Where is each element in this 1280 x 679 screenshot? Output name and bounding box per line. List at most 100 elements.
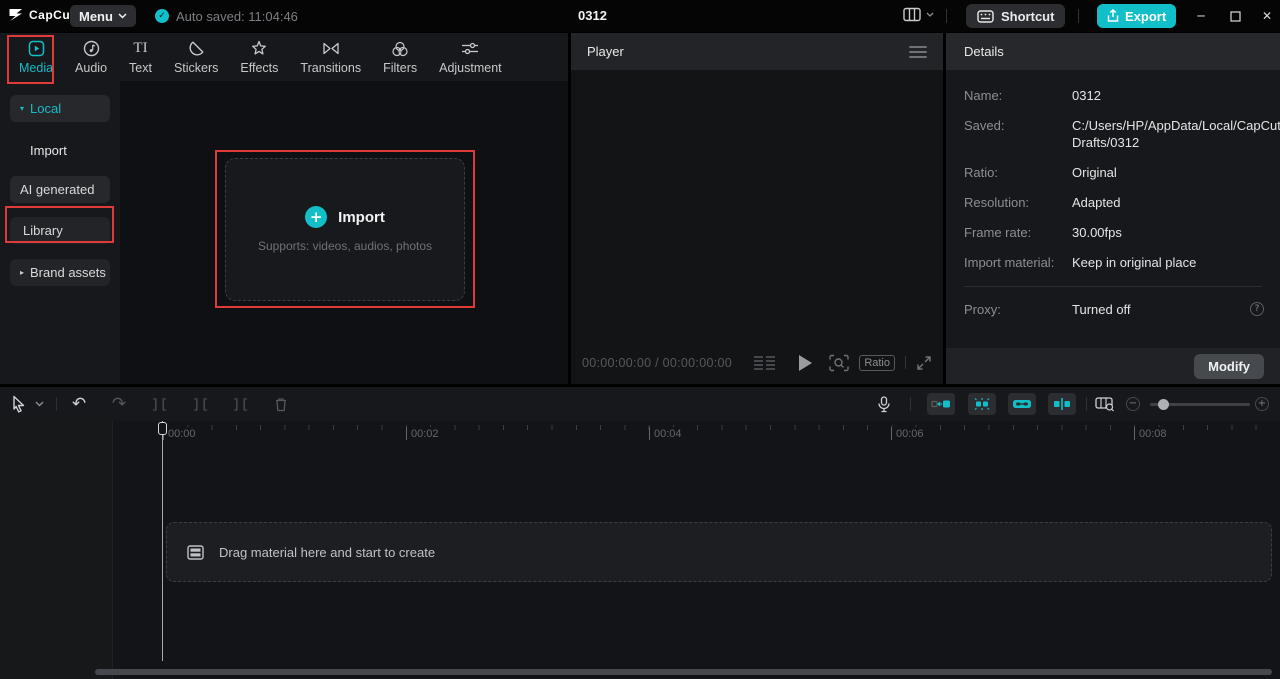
main-track-magnetic-button[interactable]	[927, 393, 955, 415]
modify-button[interactable]: Modify	[1194, 353, 1264, 379]
audio-icon	[83, 40, 100, 58]
divider	[905, 356, 906, 369]
menu-button[interactable]: Menu	[70, 5, 136, 27]
tab-effects[interactable]: Effects	[229, 40, 289, 75]
playhead[interactable]	[162, 421, 163, 661]
media-icon	[28, 40, 45, 58]
project-title: 0312	[578, 8, 607, 23]
cursor-icon	[13, 395, 25, 413]
auto-snapping-button[interactable]	[968, 393, 996, 415]
record-voiceover-button[interactable]	[872, 387, 896, 421]
capcut-logo: CapCut	[8, 7, 75, 23]
detail-label: Frame rate:	[964, 225, 1032, 240]
asset-tabbar: Media Audio TI Text Stickers Effects Tra…	[0, 33, 568, 81]
sidebar-item-brand-assets[interactable]: ▸ Brand assets	[10, 259, 110, 286]
timeline-zoom-slider[interactable]	[1150, 399, 1250, 410]
tab-label: Transitions	[300, 60, 362, 75]
tab-stickers[interactable]: Stickers	[163, 40, 229, 75]
timeline-preview-button[interactable]	[1092, 387, 1118, 421]
autosave-status: ✓ Auto saved: 11:04:46	[155, 0, 298, 32]
tab-audio[interactable]: Audio	[64, 40, 118, 75]
import-dropzone[interactable]: + Import Supports: videos, audios, photo…	[225, 158, 465, 301]
shortcut-label: Shortcut	[1001, 8, 1055, 24]
ruler-label: 00:06	[891, 427, 924, 440]
tab-label: Filters	[383, 60, 418, 75]
detail-label: Saved:	[964, 118, 1005, 133]
layout-panels-icon	[903, 7, 921, 22]
player-header: Player	[571, 33, 943, 70]
tab-transitions[interactable]: Transitions	[289, 40, 372, 75]
media-sidebar: ▾ Local Import AI generated Library ▸ Br…	[0, 81, 120, 384]
frame-step-icon[interactable]	[754, 355, 775, 370]
autosave-text: Auto saved: 11:04:46	[176, 8, 298, 24]
details-footer: Modify	[946, 348, 1280, 384]
sidebar-item-local[interactable]: ▾ Local	[10, 95, 110, 122]
tab-media[interactable]: Media	[8, 40, 64, 75]
tab-label: Audio	[75, 60, 108, 75]
ratio-button[interactable]: Ratio	[859, 354, 895, 371]
capcut-logo-icon	[8, 7, 24, 23]
top-bar: CapCut Menu ✓ Auto saved: 11:04:46 0312 …	[0, 0, 1280, 32]
minimize-button[interactable]: ─	[1188, 0, 1214, 32]
timecode-display: 00:00:00:00 / 00:00:00:00	[582, 355, 732, 370]
import-hint: Supports: videos, audios, photos	[257, 239, 433, 253]
tab-text[interactable]: TI Text	[118, 40, 163, 75]
slider-handle[interactable]	[1158, 399, 1169, 410]
detail-value: Adapted	[1072, 195, 1121, 210]
divider	[1078, 9, 1079, 23]
time-ruler[interactable]	[163, 425, 1270, 430]
redo-button[interactable]: ↷	[106, 387, 132, 421]
track-dropzone-hint: Drag material here and start to create	[219, 544, 436, 560]
divider	[910, 397, 911, 411]
close-button[interactable]: ✕	[1254, 0, 1280, 32]
delete-button[interactable]	[268, 387, 294, 421]
export-button[interactable]: Export	[1097, 4, 1177, 28]
snapping-icon	[974, 398, 990, 410]
tab-adjustment[interactable]: Adjustment	[428, 40, 513, 75]
detail-row-import-material: Import material: Keep in original place	[964, 254, 1262, 271]
sidebar-item-label: Local	[30, 101, 62, 116]
details-body: Name: 0312 Saved: C:/Users/HP/AppData/Lo…	[946, 70, 1280, 318]
zoom-in-button[interactable]: +	[1255, 397, 1269, 411]
tab-filters[interactable]: Filters	[372, 40, 428, 75]
sidebar-item-label: AI generated	[20, 182, 95, 197]
player-menu-icon[interactable]	[909, 45, 927, 58]
undo-button[interactable]: ↶	[66, 387, 92, 421]
linking-button[interactable]	[1008, 393, 1036, 415]
plus-icon: +	[305, 206, 328, 228]
detail-row-framerate: Frame rate: 30.00fps	[964, 224, 1262, 241]
split-button[interactable]: ][	[147, 387, 173, 421]
timeline-area: 00:00 00:02 00:04 00:06 00:08 Drag mater…	[0, 421, 1280, 679]
shortcut-button[interactable]: Shortcut	[966, 4, 1066, 28]
delete-right-button[interactable]: ][	[228, 387, 254, 421]
track-dropzone[interactable]: Drag material here and start to create	[166, 522, 1272, 582]
detail-value: 0312	[1072, 88, 1101, 103]
fullscreen-icon[interactable]	[916, 355, 932, 371]
maximize-button[interactable]	[1222, 0, 1248, 32]
filmstrip-magnifier-icon	[1095, 397, 1114, 412]
horizontal-scrollbar[interactable]	[95, 669, 1272, 675]
sidebar-item-label: Brand assets	[30, 265, 106, 280]
delete-left-button[interactable]: ][	[188, 387, 214, 421]
menu-label: Menu	[79, 8, 113, 24]
preview-quality-icon[interactable]	[829, 354, 850, 372]
sidebar-item-label: Import	[30, 142, 67, 158]
layout-switch-button[interactable]	[903, 7, 934, 22]
play-button[interactable]	[799, 354, 812, 371]
export-icon	[1107, 9, 1119, 22]
effects-icon	[250, 40, 268, 58]
sidebar-item-library[interactable]: Library	[10, 217, 110, 244]
playhead-handle[interactable]	[158, 422, 167, 435]
help-icon[interactable]: ?	[1250, 302, 1264, 316]
zoom-out-button[interactable]: −	[1126, 397, 1140, 411]
divider	[1086, 397, 1087, 411]
cursor-mode-dropdown[interactable]	[32, 387, 46, 421]
select-cursor-button[interactable]	[8, 387, 30, 421]
detail-row-resolution: Resolution: Adapted	[964, 194, 1262, 211]
preview-axis-button[interactable]	[1048, 393, 1076, 415]
ruler-label: 00:04	[649, 427, 682, 440]
capcut-logo-text: CapCut	[29, 8, 75, 22]
caret-down-icon: ▾	[20, 104, 25, 113]
sidebar-item-import[interactable]: Import	[0, 140, 120, 160]
sidebar-item-ai-generated[interactable]: AI generated	[10, 176, 110, 203]
